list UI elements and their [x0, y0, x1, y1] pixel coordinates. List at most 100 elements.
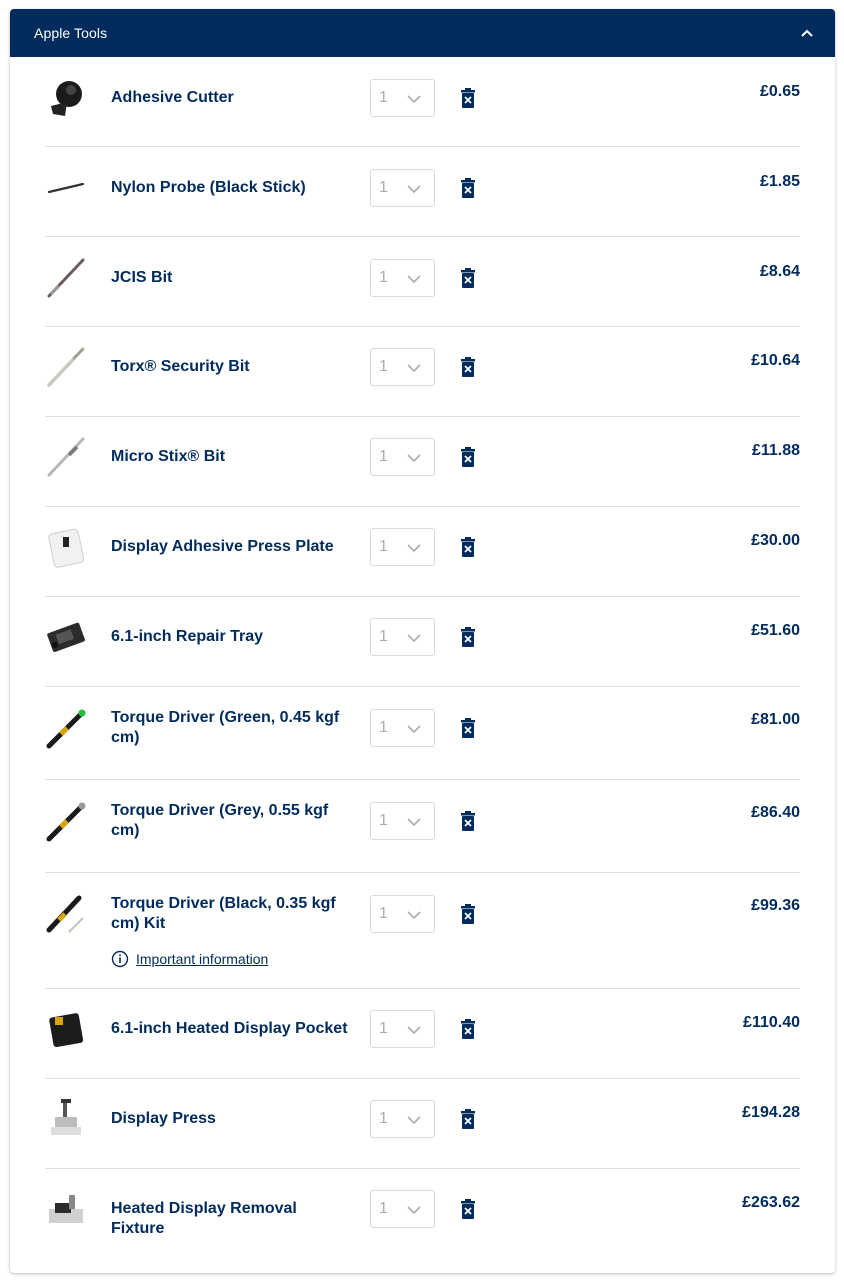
- product-name[interactable]: 6.1-inch Repair Tray: [111, 627, 351, 647]
- product-thumbnail[interactable]: [45, 435, 89, 479]
- product-thumbnail[interactable]: [45, 892, 89, 936]
- quantity-value: 1: [379, 1020, 388, 1037]
- product-name[interactable]: Torque Driver (Green, 0.45 kgf cm): [111, 708, 351, 748]
- cart-item-row: Torx® Security Bit 1 £10.64: [45, 327, 800, 417]
- product-thumbnail[interactable]: [45, 345, 89, 389]
- trash-icon[interactable]: [458, 903, 478, 925]
- quantity-value: 1: [379, 812, 388, 829]
- item-price: £51.60: [751, 622, 800, 639]
- chevron-down-icon: [406, 450, 422, 466]
- cart-item-row: 6.1-inch Heated Display Pocket 1 £110.40: [45, 989, 800, 1079]
- cart-item-row: Heated Display Removal Fixture 1 £263.62: [45, 1169, 800, 1259]
- chevron-down-icon: [406, 360, 422, 376]
- product-name[interactable]: Display Adhesive Press Plate: [111, 537, 351, 557]
- quantity-value: 1: [379, 719, 388, 736]
- quantity-select[interactable]: 1: [370, 348, 435, 386]
- trash-icon[interactable]: [458, 810, 478, 832]
- trash-icon[interactable]: [458, 717, 478, 739]
- trash-icon[interactable]: [458, 87, 478, 109]
- cart-item-row: 6.1-inch Repair Tray 1 £51.60: [45, 597, 800, 687]
- panel-title: Apple Tools: [34, 25, 108, 41]
- trash-icon[interactable]: [458, 1108, 478, 1130]
- item-price: £81.00: [751, 711, 800, 728]
- quantity-select[interactable]: 1: [370, 895, 435, 933]
- product-name[interactable]: Torque Driver (Grey, 0.55 kgf cm): [111, 801, 351, 841]
- product-name[interactable]: JCIS Bit: [111, 268, 351, 288]
- cart-item-row: Micro Stix® Bit 1 £11.88: [45, 417, 800, 507]
- quantity-select[interactable]: 1: [370, 438, 435, 476]
- item-price: £263.62: [742, 1194, 800, 1211]
- product-name[interactable]: Adhesive Cutter: [111, 88, 351, 108]
- chevron-down-icon: [406, 181, 422, 197]
- product-name[interactable]: Display Press: [111, 1109, 351, 1129]
- item-price: £86.40: [751, 804, 800, 821]
- product-thumbnail[interactable]: [45, 256, 89, 300]
- item-price: £1.85: [759, 173, 800, 190]
- cart-item-row: Torque Driver (Black, 0.35 kgf cm) Kit 1 £…: [45, 873, 800, 989]
- trash-icon[interactable]: [458, 267, 478, 289]
- product-name[interactable]: Heated Display Removal Fixture: [111, 1199, 351, 1239]
- product-thumbnail[interactable]: [45, 799, 89, 843]
- product-name[interactable]: 6.1-inch Heated Display Pocket: [111, 1019, 351, 1039]
- trash-icon[interactable]: [458, 626, 478, 648]
- product-thumbnail[interactable]: [45, 615, 89, 659]
- cart-item-row: Torque Driver (Grey, 0.55 kgf cm) 1 £86.40: [45, 780, 800, 873]
- chevron-down-icon: [406, 1112, 422, 1128]
- quantity-select[interactable]: 1: [370, 1100, 435, 1138]
- product-name[interactable]: Micro Stix® Bit: [111, 447, 351, 467]
- product-thumbnail[interactable]: [45, 1187, 89, 1231]
- product-name[interactable]: Nylon Probe (Black Stick): [111, 178, 351, 198]
- item-price: £110.40: [743, 1014, 800, 1031]
- trash-icon[interactable]: [458, 446, 478, 468]
- product-thumbnail[interactable]: [45, 1007, 89, 1051]
- info-icon: [111, 950, 129, 968]
- item-price: £10.64: [751, 352, 800, 369]
- quantity-select[interactable]: 1: [370, 802, 435, 840]
- quantity-value: 1: [379, 89, 388, 106]
- product-name[interactable]: Torque Driver (Black, 0.35 kgf cm) Kit: [111, 894, 351, 934]
- item-price: £99.36: [751, 897, 800, 914]
- panel-header[interactable]: Apple Tools: [10, 9, 835, 57]
- item-price: £8.64: [759, 263, 800, 280]
- chevron-up-icon[interactable]: [799, 25, 815, 41]
- trash-icon[interactable]: [458, 177, 478, 199]
- product-thumbnail[interactable]: [45, 706, 89, 750]
- chevron-down-icon: [406, 907, 422, 923]
- quantity-select[interactable]: 1: [370, 259, 435, 297]
- chevron-down-icon: [406, 540, 422, 556]
- chevron-down-icon: [406, 814, 422, 830]
- trash-icon[interactable]: [458, 1018, 478, 1040]
- important-information-label: Important information: [136, 951, 269, 967]
- product-thumbnail[interactable]: [45, 76, 89, 120]
- quantity-value: 1: [379, 1200, 388, 1217]
- quantity-select[interactable]: 1: [370, 169, 435, 207]
- product-thumbnail[interactable]: [45, 525, 89, 569]
- quantity-select[interactable]: 1: [370, 618, 435, 656]
- quantity-value: 1: [379, 1110, 388, 1127]
- cart-item-row: Display Adhesive Press Plate 1 £30.00: [45, 507, 800, 597]
- trash-icon[interactable]: [458, 536, 478, 558]
- quantity-value: 1: [379, 448, 388, 465]
- item-price: £11.88: [751, 442, 800, 459]
- quantity-value: 1: [379, 179, 388, 196]
- quantity-value: 1: [379, 628, 388, 645]
- quantity-select[interactable]: 1: [370, 79, 435, 117]
- cart-item-row: Nylon Probe (Black Stick) 1 £1.85: [45, 147, 800, 237]
- quantity-select[interactable]: 1: [370, 1190, 435, 1228]
- chevron-down-icon: [406, 91, 422, 107]
- product-name[interactable]: Torx® Security Bit: [111, 357, 351, 377]
- product-thumbnail[interactable]: [45, 1097, 89, 1141]
- quantity-select[interactable]: 1: [370, 709, 435, 747]
- chevron-down-icon: [406, 1022, 422, 1038]
- important-information-link[interactable]: Important information: [111, 950, 268, 968]
- trash-icon[interactable]: [458, 356, 478, 378]
- product-thumbnail[interactable]: [45, 166, 89, 210]
- trash-icon[interactable]: [458, 1198, 478, 1220]
- apple-tools-panel: Apple Tools Adhesive Cutter 1 £0.65 Nylon P…: [10, 9, 835, 1273]
- quantity-value: 1: [379, 538, 388, 555]
- quantity-value: 1: [379, 358, 388, 375]
- chevron-down-icon: [406, 271, 422, 287]
- quantity-select[interactable]: 1: [370, 1010, 435, 1048]
- chevron-down-icon: [406, 630, 422, 646]
- quantity-select[interactable]: 1: [370, 528, 435, 566]
